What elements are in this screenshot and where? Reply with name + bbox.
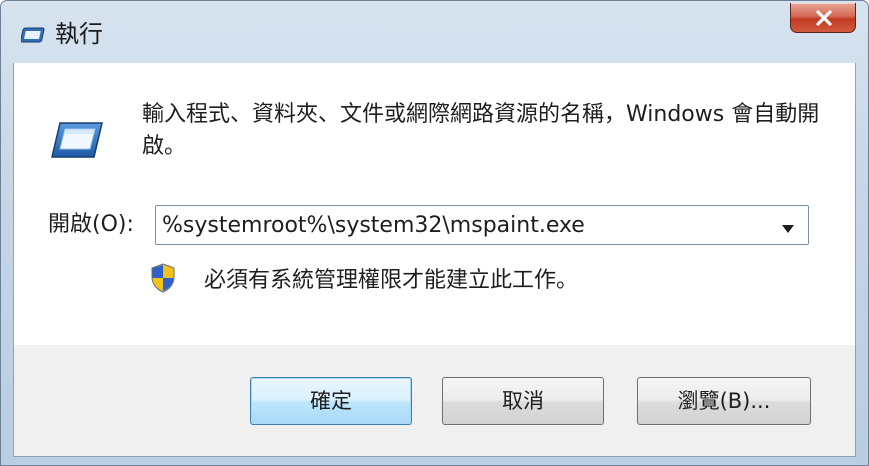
dialog-content: 輸入程式、資料夾、文件或網際網路資源的名稱，Windows 會自動開啟。 開啟(… — [13, 63, 856, 345]
window-title: 執行 — [55, 20, 103, 48]
cancel-button[interactable]: 取消 — [442, 377, 604, 425]
run-icon — [50, 119, 104, 161]
ok-button[interactable]: 確定 — [250, 377, 412, 425]
close-button[interactable] — [790, 3, 856, 33]
chevron-down-icon[interactable] — [778, 220, 798, 233]
browse-button[interactable]: 瀏覽(B)... — [637, 377, 811, 425]
dialog-description: 輸入程式、資料夾、文件或網際網路資源的名稱，Windows 會自動開啟。 — [142, 102, 820, 159]
title-bar[interactable]: 執行 — [1, 1, 868, 63]
admin-privilege-note: 必須有系統管理權限才能建立此工作。 — [204, 268, 579, 293]
button-footer: 確定 取消 瀏覽(B)... — [13, 345, 856, 457]
close-icon — [816, 10, 832, 26]
open-combobox[interactable] — [155, 205, 809, 245]
run-icon — [20, 25, 47, 45]
open-input[interactable] — [156, 206, 766, 244]
run-dialog-window: 執行 輸入程式、資料夾、文件或網際網路資源的名稱，Windows 會自動開啟。 — [0, 0, 869, 466]
uac-shield-icon — [150, 263, 176, 293]
open-label: 開啟(O): — [48, 212, 134, 237]
